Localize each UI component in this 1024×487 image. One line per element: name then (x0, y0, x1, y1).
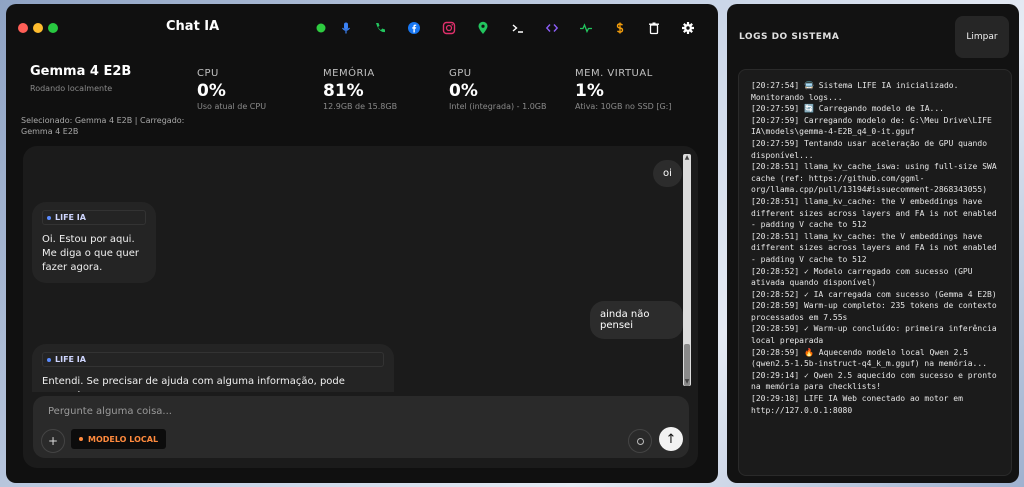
map-pin-icon[interactable] (474, 19, 492, 37)
stat-memory: MEMÓRIA 81% 12.9GB de 15.8GB (323, 68, 397, 111)
log-line: [20:29:14] ✓ Qwen 2.5 aquecido com suces… (751, 370, 997, 392)
model-status: Rodando localmente (30, 84, 113, 93)
code-icon[interactable] (543, 19, 561, 37)
minimize-window-button[interactable] (33, 23, 43, 33)
log-line: [20:28:52] ✓ IA carregada com sucesso (G… (751, 289, 997, 299)
close-window-button[interactable] (18, 23, 28, 33)
stat-label: CPU (197, 68, 219, 79)
assistant-message: LIFE IA Oi. Estou por aqui. Me diga o qu… (32, 202, 156, 283)
log-line: [20:28:51] llama_kv_cache: the V embeddi… (751, 196, 997, 230)
logs-title: LOGS DO SISTEMA (739, 32, 840, 42)
logs-window: LOGS DO SISTEMA Limpar [20:27:54] 🚍 Sist… (727, 4, 1019, 483)
user-message: oi (653, 160, 682, 187)
user-message: ainda não pensei (590, 301, 683, 339)
attach-button[interactable]: + (41, 429, 65, 453)
assistant-message-text: Entendi. Se precisar de ajuda com alguma… (42, 376, 345, 392)
model-selector[interactable]: MODELO LOCAL (71, 429, 167, 449)
record-icon (636, 437, 644, 445)
log-line: [20:28:51] llama_kv_cache: the V embeddi… (751, 231, 997, 264)
window-title: Chat IA (166, 19, 220, 34)
facebook-icon[interactable] (405, 19, 423, 37)
log-line: [20:28:59] 🔥 Aquecendo modelo local Qwen… (751, 347, 988, 369)
log-output[interactable]: [20:27:54] 🚍 Sistema LIFE IA inicializad… (738, 69, 1012, 476)
chat-panel: oi LIFE IA Oi. Estou por aqui. Me diga o… (23, 146, 698, 468)
trash-icon[interactable] (645, 19, 663, 37)
stat-label: MEMÓRIA (323, 68, 375, 79)
assistant-label: LIFE IA (42, 352, 384, 367)
voice-button[interactable] (628, 429, 652, 453)
assistant-message: LIFE IA Entendi. Se precisar de ajuda co… (32, 344, 394, 392)
model-status-dot-icon (79, 437, 83, 441)
model-selector-label: MODELO LOCAL (88, 434, 159, 444)
scroll-up-arrow-icon[interactable]: ▲ (683, 154, 691, 162)
stat-virtual-memory: MEM. VIRTUAL 1% Ativa: 10GB no SSD [G:] (575, 68, 671, 111)
log-line: [20:28:52] ✓ Modelo carregado com sucess… (751, 266, 973, 288)
log-line: [20:28:59] Warm-up completo: 235 tokens … (751, 301, 997, 322)
message-composer: Pergunte alguma coisa... + MODELO LOCAL … (33, 396, 689, 458)
log-line: [20:27:59] Carregando modelo de: G:\Meu … (751, 115, 992, 137)
activity-icon[interactable] (577, 19, 595, 37)
log-line: [20:27:59] Tentando usar aceleração de G… (751, 138, 988, 160)
clear-logs-button[interactable]: Limpar (955, 16, 1009, 58)
chat-window: Chat IA Gemma 4 E2B Rodando localmente S… (6, 4, 718, 483)
send-button[interactable]: ↑ (659, 427, 683, 451)
stat-value: 0% (449, 81, 478, 101)
stat-subtext: Uso atual de CPU (197, 102, 267, 111)
assistant-dot-icon (47, 215, 51, 220)
stat-subtext: Ativa: 10GB no SSD [G:] (575, 102, 672, 111)
stat-cpu: CPU 0% Uso atual de CPU (197, 68, 266, 111)
stat-value: 1% (575, 81, 604, 101)
stat-value: 0% (197, 81, 226, 101)
scrollbar[interactable]: ▲ ▼ (683, 154, 691, 386)
log-line: [20:28:51] llama_kv_cache_iswa: using fu… (751, 162, 997, 195)
status-dot-icon (312, 19, 330, 37)
stat-value: 81% (323, 81, 364, 101)
stat-subtext: Intel (integrada) - 1.0GB (449, 102, 547, 111)
log-line: [20:29:18] LIFE IA Web conectado ao moto… (751, 394, 963, 415)
log-line: [20:28:59] ✓ Warm-up concluído: primeira… (751, 324, 997, 346)
message-input[interactable]: Pergunte alguma coisa... (48, 406, 172, 417)
message-list[interactable]: oi LIFE IA Oi. Estou por aqui. Me diga o… (23, 146, 683, 392)
phone-icon[interactable] (371, 19, 389, 37)
maximize-window-button[interactable] (48, 23, 58, 33)
log-line: [20:27:54] 🚍 Sistema LIFE IA inicializad… (751, 81, 959, 102)
currency-icon[interactable] (611, 19, 629, 37)
assistant-label: LIFE IA (42, 210, 146, 225)
model-name: Gemma 4 E2B (30, 64, 132, 79)
scroll-down-arrow-icon[interactable]: ▼ (683, 378, 691, 386)
title-bar: Chat IA (6, 4, 718, 52)
terminal-icon[interactable] (509, 19, 527, 37)
stat-label: GPU (449, 68, 472, 79)
stat-gpu: GPU 0% Intel (integrada) - 1.0GB (449, 68, 546, 111)
gear-icon[interactable] (679, 19, 697, 37)
assistant-message-text: Oi. Estou por aqui. Me diga o que quer f… (42, 234, 140, 273)
stat-label: MEM. VIRTUAL (575, 68, 653, 79)
selected-model-info: Selecionado: Gemma 4 E2B | Carregado: Ge… (21, 116, 185, 136)
log-line: [20:27:59] 🔄 Carregando modelo de IA... (751, 104, 944, 114)
assistant-dot-icon (47, 357, 51, 362)
stat-subtext: 12.9GB de 15.8GB (323, 102, 398, 111)
microphone-icon[interactable] (337, 19, 355, 37)
instagram-icon[interactable] (440, 19, 458, 37)
log-lines: [20:27:54] 🚍 Sistema LIFE IA inicializad… (751, 80, 1003, 416)
